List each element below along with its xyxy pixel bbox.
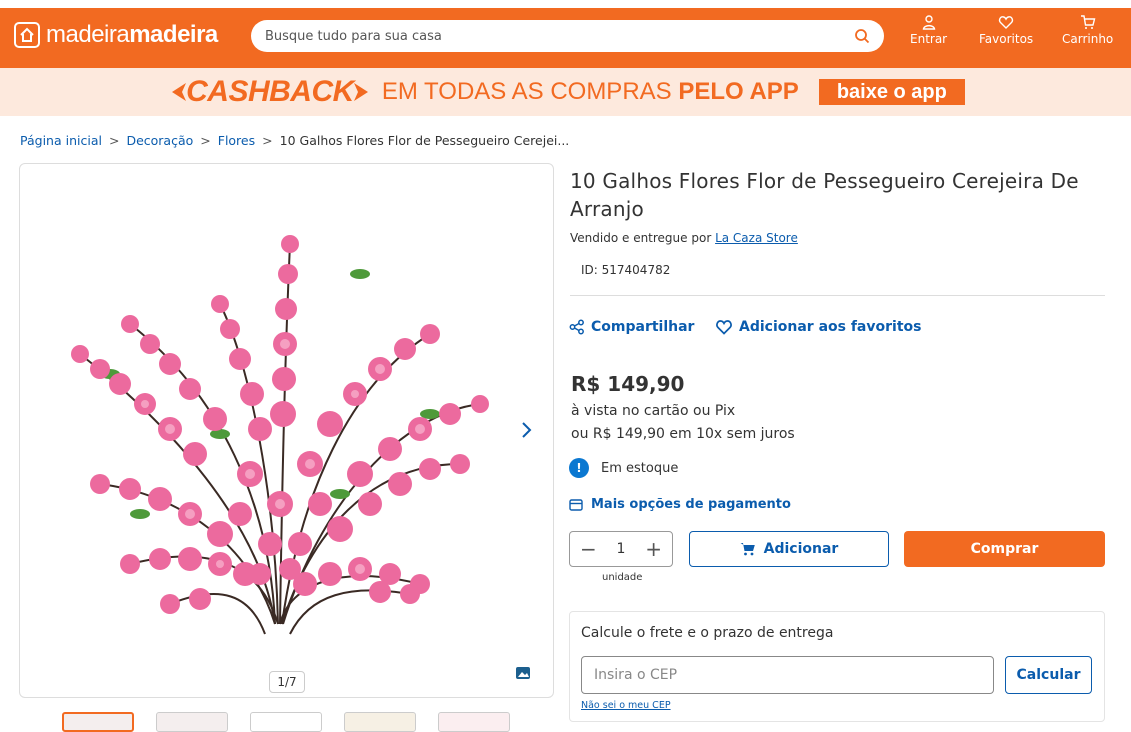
add-to-cart-button[interactable]: Adicionar: [689, 531, 889, 567]
thumbnail[interactable]: [62, 712, 134, 732]
arrow-right-icon: [353, 83, 368, 101]
favorites-label: Adicionar aos favoritos: [739, 319, 922, 335]
product-title: 10 Galhos Flores Flor de Pessegueiro Cer…: [570, 169, 1079, 221]
decrease-quantity-button[interactable]: −: [580, 539, 597, 559]
chevron-right-icon: >: [262, 133, 273, 148]
stock-status: ! Em estoque: [569, 458, 678, 478]
cashback-banner[interactable]: CASHBACK EM TODAS AS COMPRAS PELO APP ba…: [0, 68, 1131, 116]
breadcrumb-current: 10 Galhos Flores Flor de Pessegueiro Cer…: [279, 133, 570, 148]
product-image-gallery[interactable]: [19, 163, 554, 698]
download-app-button[interactable]: baixe o app: [818, 79, 965, 105]
info-icon: !: [569, 458, 589, 478]
installment-text: ou R$ 149,90 em 10x sem juros: [571, 426, 795, 442]
add-to-favorites-button[interactable]: Adicionar aos favoritos: [715, 319, 921, 335]
quantity-stepper: − 1 +: [569, 531, 673, 567]
breadcrumb-home[interactable]: Página inicial: [20, 133, 102, 148]
user-icon: [922, 15, 935, 30]
expand-image-icon[interactable]: [515, 666, 531, 680]
increase-quantity-button[interactable]: +: [645, 539, 662, 559]
cashback-title: CASHBACK: [186, 75, 354, 108]
favorites-button[interactable]: Favoritos: [979, 14, 1033, 58]
buy-now-button[interactable]: Comprar: [904, 531, 1105, 567]
thumbnail[interactable]: [344, 712, 416, 732]
card-icon: [569, 498, 583, 511]
header-top-strip: [0, 0, 1131, 8]
thumbnail[interactable]: [156, 712, 228, 732]
breadcrumb-decoracao[interactable]: Decoração: [126, 133, 193, 148]
payment-options-label: Mais opções de pagamento: [591, 497, 791, 512]
site-logo[interactable]: madeiramadeira: [14, 20, 218, 50]
search-bar: [251, 20, 884, 52]
payment-options-link[interactable]: Mais opções de pagamento: [569, 497, 791, 512]
thumbnail[interactable]: [250, 712, 322, 732]
cart-icon: [740, 543, 755, 556]
share-button[interactable]: Compartilhar: [569, 319, 694, 335]
chevron-right-icon: >: [200, 133, 211, 148]
calculate-shipping-button[interactable]: Calcular: [1005, 656, 1092, 694]
product-id: ID: 517404782: [581, 263, 671, 277]
cash-payment-text: à vista no cartão ou Pix: [571, 403, 736, 419]
search-icon[interactable]: [854, 28, 870, 44]
breadcrumb-flores[interactable]: Flores: [218, 133, 255, 148]
next-image-chevron-icon[interactable]: [520, 420, 534, 440]
heart-icon: [716, 320, 732, 335]
seller-line: Vendido e entregue por La Caza Store: [570, 231, 798, 245]
shipping-title: Calcule o frete e o prazo de entrega: [581, 625, 834, 641]
cart-label: Carrinho: [1062, 32, 1114, 46]
arrow-left-icon: [172, 83, 187, 101]
quantity-unit: unidade: [602, 572, 643, 583]
stock-label: Em estoque: [601, 460, 679, 476]
login-label: Entrar: [910, 32, 948, 46]
chevron-right-icon: >: [108, 133, 120, 148]
add-to-cart-label: Adicionar: [763, 541, 839, 557]
product-price: R$ 149,90: [571, 372, 685, 396]
cep-input[interactable]: [581, 656, 994, 694]
quantity-value[interactable]: 1: [617, 542, 626, 556]
share-label: Compartilhar: [591, 319, 695, 335]
search-input[interactable]: [265, 28, 854, 44]
product-image: [71, 235, 489, 635]
unknown-cep-link[interactable]: Não sei o meu CEP: [581, 700, 671, 711]
cart-icon: [1080, 15, 1096, 29]
thumbnail-strip: [62, 712, 510, 732]
house-logo-icon: [14, 22, 40, 48]
cashback-text: EM TODAS AS COMPRAS PELO APP: [381, 78, 799, 105]
cart-button[interactable]: Carrinho: [1062, 14, 1113, 58]
divider: [570, 295, 1105, 296]
image-counter: 1/7: [269, 671, 305, 693]
breadcrumb: Página inicial > Decoração > Flores > 10…: [20, 133, 569, 148]
heart-icon: [998, 16, 1014, 29]
brand-name: madeiramadeira: [46, 21, 218, 48]
favorites-label: Favoritos: [979, 32, 1034, 46]
login-button[interactable]: Entrar: [910, 14, 947, 58]
site-header: madeiramadeira Entrar Favoritos Carrinho: [0, 0, 1131, 68]
seller-link[interactable]: La Caza Store: [715, 231, 798, 245]
share-icon: [569, 319, 584, 335]
thumbnail[interactable]: [438, 712, 510, 732]
